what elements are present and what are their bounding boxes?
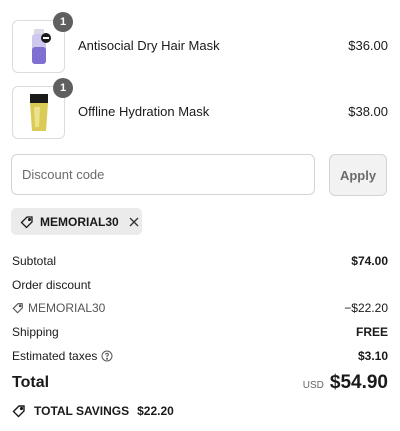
order-discount-label: Order discount [12,278,91,292]
applied-discount-chip: MEMORIAL30 [11,208,142,235]
shipping-value: FREE [355,325,388,339]
savings-label: TOTAL SAVINGS [34,404,130,418]
total-savings: TOTAL SAVINGS $22.20 [12,404,174,418]
discount-value: −$22.20 [344,301,388,315]
subtotal-value: $74.00 [351,254,388,268]
tag-icon [12,302,24,314]
taxes-label-wrap: Estimated taxes [12,349,113,363]
product-price: $38.00 [348,104,388,119]
subtotal-label: Subtotal [12,254,57,268]
taxes-value: $3.10 [357,349,388,363]
info-icon[interactable] [101,350,113,362]
quantity-badge: 1 [53,12,73,32]
savings-value: $22.20 [137,404,174,418]
discount-code-text: MEMORIAL30 [28,301,106,315]
product-name: Antisocial Dry Hair Mask [78,38,220,53]
line-item: 1 Offline Hydration Mask $38.00 [12,78,388,139]
apply-button[interactable]: Apply [329,154,387,196]
product-name: Offline Hydration Mask [78,104,210,119]
product-image: 1 [12,78,73,139]
total-amount-wrap: USD $54.90 [303,372,388,394]
shipping-label: Shipping [12,325,59,339]
total-label: Total [12,374,50,391]
product-price: $36.00 [348,38,388,53]
remove-discount-icon[interactable] [129,217,139,227]
currency-code: USD [302,380,324,391]
product-image: 1 [12,12,73,73]
savings-tag-icon [12,404,26,418]
discount-code-input[interactable] [11,154,315,195]
applied-code-label: MEMORIAL30 [40,214,119,229]
tag-icon [20,215,34,229]
quantity-badge: 1 [53,78,73,98]
total-amount: $54.90 [329,372,388,393]
line-item: 1 Antisocial Dry Hair Mask $36.00 [12,12,388,73]
discount-code-label: MEMORIAL30 [12,301,105,315]
taxes-label: Estimated taxes [12,349,98,363]
